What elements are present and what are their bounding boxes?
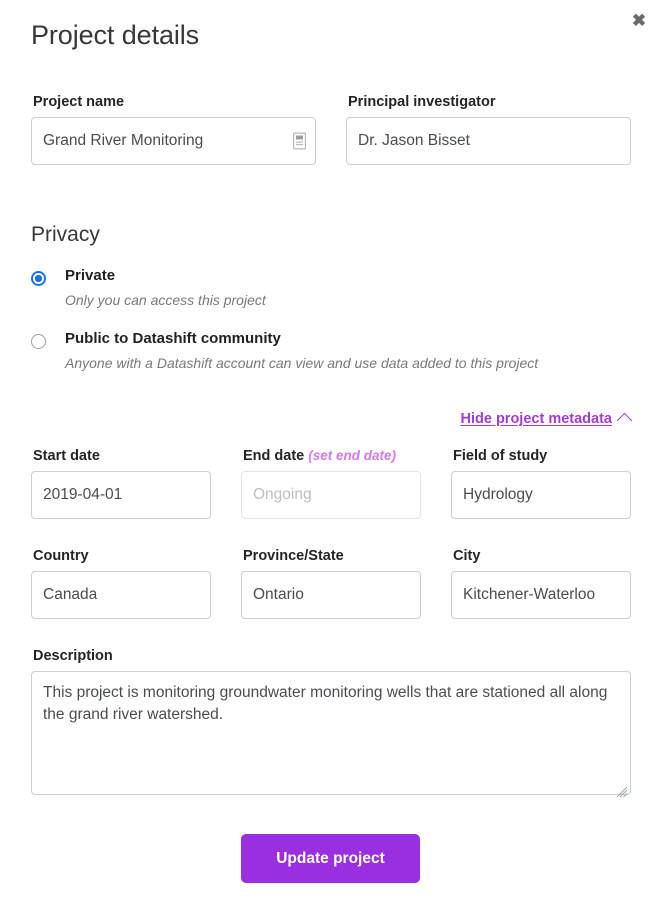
privacy-option-private[interactable]: Private Only you can access this project — [31, 267, 266, 308]
radio-private[interactable] — [31, 271, 46, 286]
field-of-study-input[interactable] — [451, 471, 631, 519]
privacy-option-public[interactable]: Public to Datashift community Anyone wit… — [31, 330, 539, 371]
city-label: City — [453, 548, 481, 564]
description-field: Description — [31, 648, 631, 800]
field-of-study-label: Field of study — [453, 448, 548, 464]
privacy-public-texts: Public to Datashift community Anyone wit… — [65, 330, 539, 371]
hide-project-metadata-label: Hide project metadata — [460, 411, 613, 427]
project-name-input[interactable] — [31, 117, 316, 165]
field-of-study-field: Field of study — [451, 448, 631, 519]
hide-project-metadata-toggle[interactable]: Hide project metadata — [460, 411, 633, 429]
province-state-input[interactable] — [241, 571, 421, 619]
project-details-dialog: ✖ Project details Project name Principal… — [0, 0, 661, 914]
city-field: City — [451, 548, 631, 619]
project-name-field: Project name — [31, 94, 316, 165]
start-date-label: Start date — [33, 448, 100, 464]
end-date-field: End date (set end date) — [241, 448, 421, 519]
privacy-heading: Privacy — [31, 223, 100, 246]
page-title: Project details — [31, 20, 200, 50]
start-date-input[interactable] — [31, 471, 211, 519]
close-icon[interactable]: ✖ — [628, 9, 650, 31]
country-input[interactable] — [31, 571, 211, 619]
description-textarea[interactable] — [31, 671, 631, 795]
start-date-field: Start date — [31, 448, 211, 519]
project-name-label: Project name — [33, 94, 125, 110]
principal-investigator-field: Principal investigator — [346, 94, 631, 165]
privacy-public-title: Public to Datashift community — [65, 330, 281, 347]
province-state-field: Province/State — [241, 548, 421, 619]
update-project-button[interactable]: Update project — [241, 834, 420, 883]
privacy-public-description: Anyone with a Datashift account can view… — [65, 354, 539, 371]
radio-public[interactable] — [31, 334, 46, 349]
privacy-private-title: Private — [65, 267, 116, 284]
principal-investigator-label: Principal investigator — [348, 94, 496, 110]
country-field: Country — [31, 548, 211, 619]
province-state-label: Province/State — [243, 548, 344, 564]
city-input[interactable] — [451, 571, 631, 619]
privacy-private-description: Only you can access this project — [65, 291, 266, 308]
country-label: Country — [33, 548, 89, 564]
privacy-private-texts: Private Only you can access this project — [65, 267, 266, 308]
end-date-label-text: End date — [243, 448, 305, 464]
project-name-input-wrap — [31, 117, 316, 165]
chevron-up-icon — [616, 412, 633, 429]
end-date-label: End date (set end date) — [243, 448, 421, 464]
description-input-wrap — [31, 671, 631, 800]
description-label: Description — [33, 648, 113, 664]
set-end-date-note[interactable]: (set end date) — [308, 448, 396, 463]
end-date-input[interactable] — [241, 471, 421, 519]
principal-investigator-input[interactable] — [346, 117, 631, 165]
